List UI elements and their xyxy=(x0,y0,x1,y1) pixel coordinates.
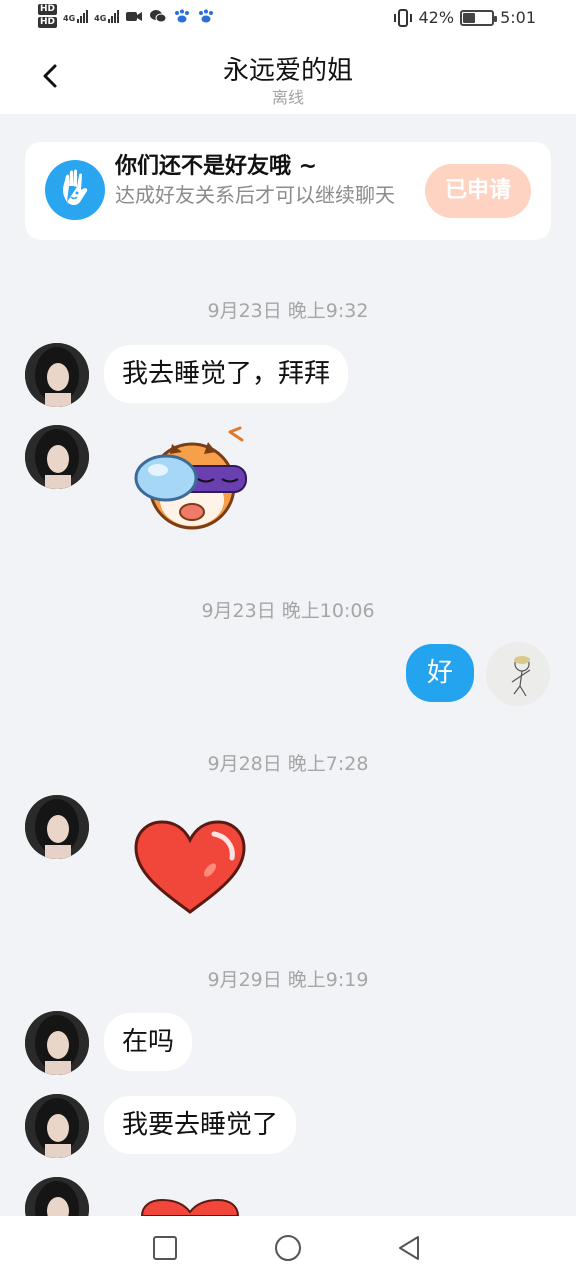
avatar-self[interactable] xyxy=(486,642,550,706)
home-icon[interactable] xyxy=(272,1232,304,1264)
battery-percent: 42% xyxy=(418,8,455,27)
video-icon xyxy=(126,12,143,21)
network-label: 4G xyxy=(94,14,107,23)
vibrate-icon xyxy=(393,8,412,27)
system-navigation-bar xyxy=(0,1216,576,1280)
message-bubble[interactable]: 我要去睡觉了 xyxy=(104,1096,297,1154)
status-bar: HD HD 4G 4G 42% 5:01 xyxy=(0,0,576,40)
status-left: HD HD 4G 4G xyxy=(38,4,215,28)
hd-badge: HD xyxy=(38,17,58,28)
network-label: 4G xyxy=(63,14,76,23)
heart-sticker[interactable] xyxy=(134,1198,246,1216)
heart-sticker[interactable] xyxy=(130,818,250,918)
wave-hand-icon xyxy=(45,160,105,220)
paw-icon xyxy=(199,9,214,23)
chat-title: 永远爱的姐 xyxy=(222,56,353,86)
chat-header: 永远爱的姐 离线 xyxy=(0,40,576,114)
message-timestamp: 9月29日 晚上9:19 xyxy=(207,969,369,991)
message-timestamp: 9月23日 晚上10:06 xyxy=(201,600,375,622)
banner-description: 达成好友关系后才可以继续聊天 xyxy=(115,183,395,207)
online-status: 离线 xyxy=(271,88,304,107)
clock: 5:01 xyxy=(500,8,536,27)
back-icon[interactable] xyxy=(394,1232,426,1264)
friend-request-banner: 你们还不是好友哦 ~ 达成好友关系后才可以继续聊天 已申请 xyxy=(25,142,551,240)
message-bubble[interactable]: 在吗 xyxy=(104,1013,193,1071)
paw-icon xyxy=(175,9,190,23)
signal-icon: 4G xyxy=(94,9,120,23)
battery-icon xyxy=(460,9,498,26)
message-bubble[interactable]: 我去睡觉了，拜拜 xyxy=(104,345,349,403)
hd-badge: HD xyxy=(38,4,58,15)
sleeping-tiger-sticker[interactable] xyxy=(126,424,258,534)
banner-title: 你们还不是好友哦 ~ xyxy=(115,154,318,179)
signal-icon: 4G xyxy=(63,9,89,23)
status-right: 42% 5:01 xyxy=(393,8,536,27)
message-bubble-outgoing[interactable]: 好 xyxy=(406,644,474,702)
applied-button[interactable]: 已申请 xyxy=(425,164,531,218)
recent-apps-icon[interactable] xyxy=(149,1232,181,1264)
hd-badges: HD HD xyxy=(38,4,58,28)
avatar[interactable] xyxy=(25,1011,89,1075)
message-timestamp: 9月23日 晚上9:32 xyxy=(207,300,369,322)
wechat-icon xyxy=(150,10,167,23)
avatar[interactable] xyxy=(25,1094,89,1158)
avatar[interactable] xyxy=(25,425,89,489)
message-timestamp: 9月28日 晚上7:28 xyxy=(207,753,369,775)
avatar[interactable] xyxy=(25,343,89,407)
avatar[interactable] xyxy=(25,795,89,859)
